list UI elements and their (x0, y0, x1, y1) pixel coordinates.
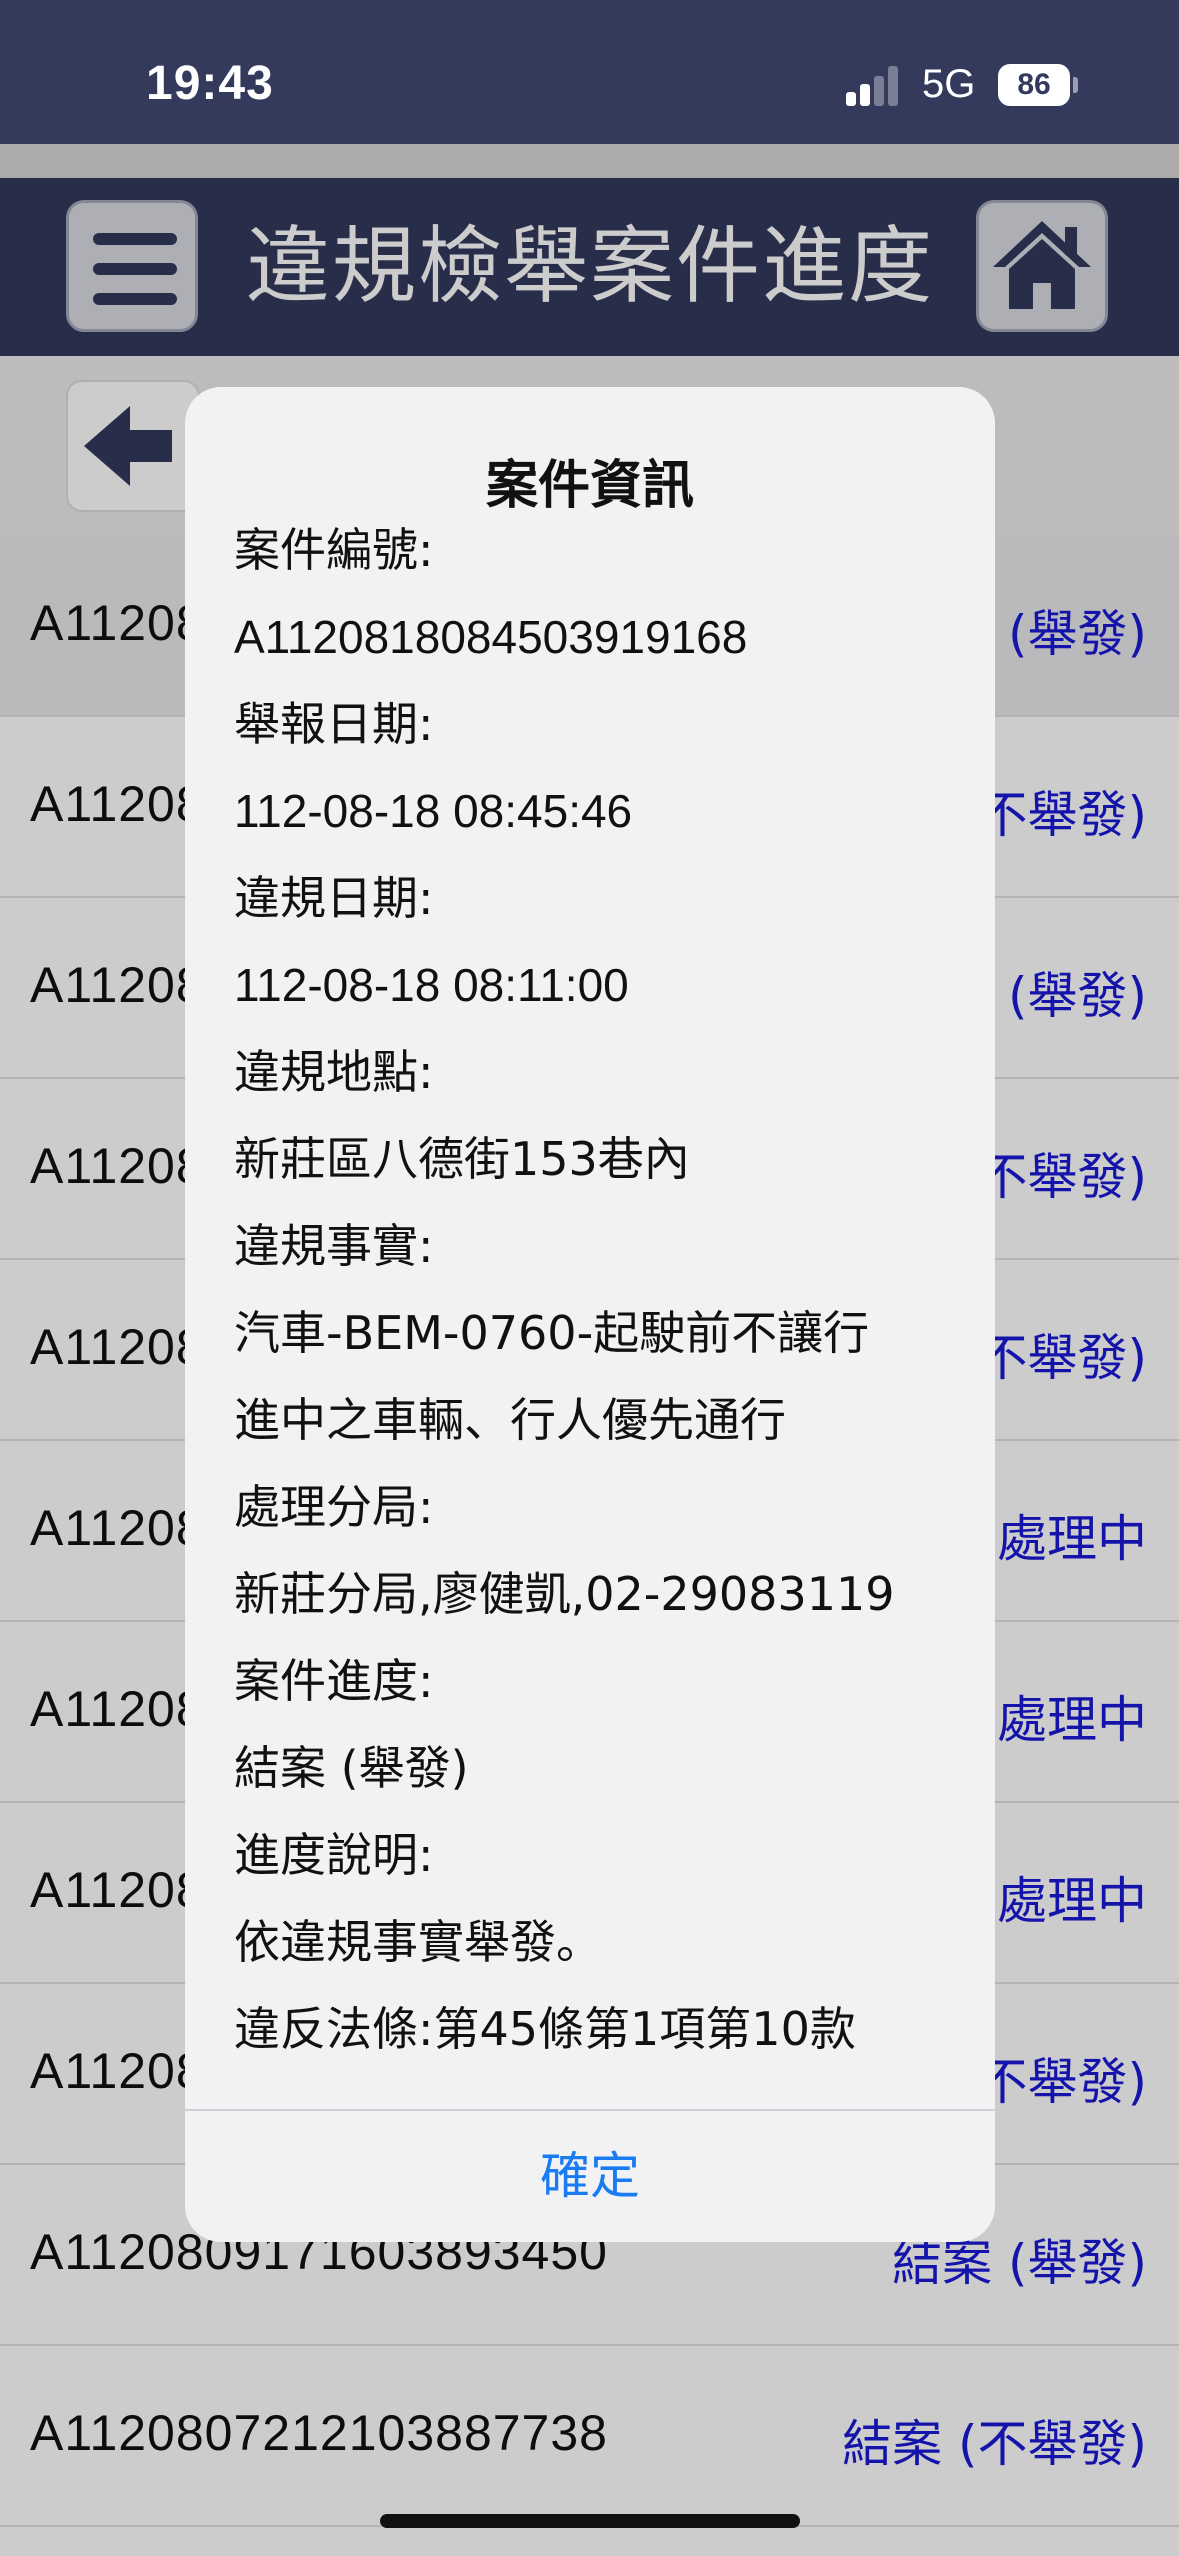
label-handling-branch: 處理分局: (234, 1480, 434, 1534)
battery-icon: 86 (998, 64, 1070, 106)
label-case-progress: 案件進度: (234, 1654, 434, 1708)
dialog-body: 案件編號: A1120818084503919168 舉報日期: 112-08-… (234, 507, 964, 2073)
label-progress-note: 進度說明: (234, 1828, 434, 1882)
cellular-signal-icon (846, 66, 900, 106)
value-violation-location: 新莊區八德街153巷內 (234, 1132, 690, 1186)
value-violation-fact-line2: 進中之車輛、行人優先通行 (234, 1393, 786, 1447)
value-handling-branch: 新莊分局,廖健凱,02-29083119 (234, 1567, 895, 1621)
value-case-progress: 結案 (舉發) (234, 1741, 469, 1795)
home-indicator[interactable] (380, 2514, 800, 2528)
label-report-date: 舉報日期: (234, 697, 434, 751)
label-case-number: 案件編號: (234, 523, 434, 577)
case-info-dialog: 案件資訊 案件編號: A1120818084503919168 舉報日期: 11… (185, 387, 995, 2242)
label-violation-date: 違規日期: (234, 871, 434, 925)
label-violation-location: 違規地點: (234, 1045, 434, 1099)
value-violated-article: 違反法條:第45條第1項第10款 (234, 2002, 856, 2056)
label-violation-fact: 違規事實: (234, 1219, 434, 1273)
value-violation-date: 112-08-18 08:11:00 (234, 959, 629, 1011)
battery-tip (1073, 77, 1078, 93)
confirm-button[interactable]: 確定 (185, 2111, 995, 2242)
value-case-number: A1120818084503919168 (234, 611, 748, 663)
value-report-date: 112-08-18 08:45:46 (234, 785, 633, 837)
status-bar: 19:43 5G 86 (0, 0, 1179, 144)
network-type: 5G (922, 62, 976, 106)
status-time: 19:43 (146, 57, 274, 110)
value-violation-fact-line1: 汽車-BEM-0760-起駛前不讓行 (234, 1306, 870, 1360)
value-progress-note: 依違規事實舉發。 (234, 1915, 602, 1969)
